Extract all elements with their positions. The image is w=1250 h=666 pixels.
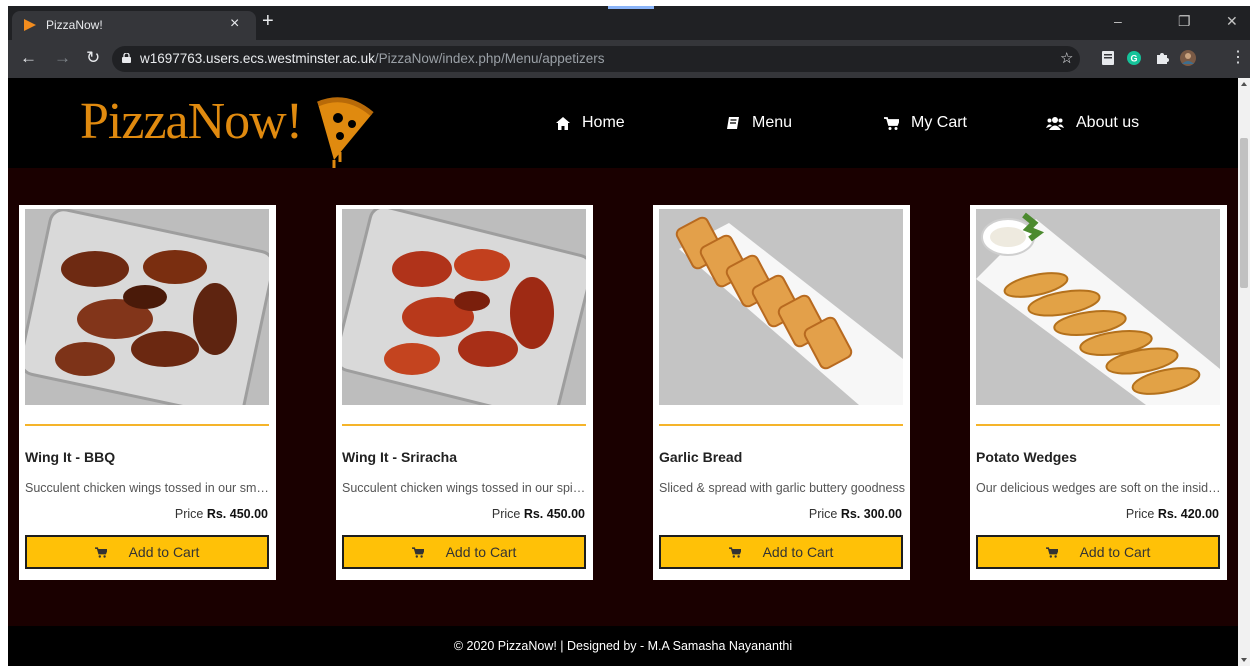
product-card: Garlic Bread Sliced & spread with garlic… xyxy=(653,205,910,580)
tab-bar: PizzaNow! × + – ❐ ✕ xyxy=(8,6,1250,40)
nav-menu[interactable]: Menu xyxy=(726,110,792,136)
restore-button[interactable]: ❐ xyxy=(1178,12,1191,30)
add-to-cart-button[interactable]: Add to Cart xyxy=(342,535,586,569)
nav-about-us-label: About us xyxy=(1076,114,1140,131)
scroll-up-icon[interactable] xyxy=(1241,82,1247,86)
nav-my-cart[interactable]: My Cart xyxy=(884,110,967,136)
card-divider xyxy=(25,424,269,426)
nav-home-label: Home xyxy=(582,114,625,131)
product-name: Potato Wedges xyxy=(976,449,1077,465)
reader-extension-icon[interactable] xyxy=(1100,50,1116,66)
product-price: Price Rs. 420.00 xyxy=(1125,507,1219,521)
logo-text: PizzaNow! xyxy=(80,93,303,150)
lock-icon xyxy=(122,53,131,63)
svg-text:G: G xyxy=(1130,54,1137,64)
product-grid: Wing It - BBQ Succulent chicken wings to… xyxy=(8,205,1238,585)
reload-icon[interactable]: ↻ xyxy=(86,48,100,68)
product-description: Succulent chicken wings tossed in our sp… xyxy=(342,481,588,495)
product-image[interactable] xyxy=(976,209,1220,405)
tab-strip-indicator xyxy=(608,6,654,9)
address-bar[interactable]: w1697763.users.ecs.westminster.ac.uk/Piz… xyxy=(112,46,1080,72)
home-icon xyxy=(556,116,570,130)
pizza-favicon-icon xyxy=(24,19,36,31)
product-card: Wing It - Sriracha Succulent chicken win… xyxy=(336,205,593,580)
site-header: PizzaNow! Home Menu My Cart About us xyxy=(8,78,1238,168)
add-to-cart-label: Add to Cart xyxy=(762,544,834,560)
product-image[interactable] xyxy=(342,209,586,405)
card-divider xyxy=(659,424,903,426)
product-image[interactable] xyxy=(25,209,269,405)
browser-window: PizzaNow! × + – ❐ ✕ ← → ↻ w1697763.users… xyxy=(8,6,1250,666)
arrow-right-icon[interactable]: → xyxy=(54,48,71,68)
page-scrollbar[interactable] xyxy=(1238,78,1250,666)
nav-menu-label: Menu xyxy=(752,114,793,131)
add-to-cart-button[interactable]: Add to Cart xyxy=(659,535,903,569)
menu-kebab-icon[interactable]: ⋮ xyxy=(1230,48,1246,68)
site-footer: © 2020 PizzaNow! | Designed by - M.A Sam… xyxy=(8,626,1238,666)
product-card: Potato Wedges Our delicious wedges are s… xyxy=(970,205,1227,580)
nav-home[interactable]: Home xyxy=(556,110,625,136)
puzzle-extension-icon[interactable] xyxy=(1154,50,1170,66)
product-name: Garlic Bread xyxy=(659,449,743,465)
product-description: Sliced & spread with garlic buttery good… xyxy=(659,481,905,495)
minimize-button[interactable]: – xyxy=(1114,12,1122,30)
nav-my-cart-label: My Cart xyxy=(911,114,967,131)
add-to-cart-button[interactable]: Add to Cart xyxy=(976,535,1220,569)
url-text: w1697763.users.ecs.westminster.ac.uk/Piz… xyxy=(140,51,605,66)
add-to-cart-label: Add to Cart xyxy=(128,544,200,560)
users-icon xyxy=(1046,117,1064,130)
cart-icon xyxy=(1045,546,1058,558)
add-to-cart-label: Add to Cart xyxy=(1079,544,1151,560)
new-tab-button[interactable]: + xyxy=(262,10,274,32)
scroll-down-icon[interactable] xyxy=(1241,658,1247,662)
card-divider xyxy=(342,424,586,426)
product-description: Succulent chicken wings tossed in our sm… xyxy=(25,481,271,495)
product-price: Price Rs. 450.00 xyxy=(491,507,585,521)
browser-toolbar: ← → ↻ w1697763.users.ecs.westminster.ac.… xyxy=(8,40,1250,78)
grammarly-extension-icon[interactable]: G xyxy=(1126,50,1142,66)
arrow-left-icon[interactable]: ← xyxy=(20,48,37,68)
nav-about-us[interactable]: About us xyxy=(1046,110,1139,136)
cart-icon xyxy=(411,546,424,558)
product-name: Wing It - Sriracha xyxy=(342,449,458,465)
scroll-thumb[interactable] xyxy=(1240,138,1248,288)
browser-tab[interactable]: PizzaNow! × xyxy=(12,11,256,40)
tab-title: PizzaNow! xyxy=(46,18,103,32)
card-divider xyxy=(976,424,1220,426)
tab-close-icon[interactable]: × xyxy=(230,15,239,33)
book-icon xyxy=(727,117,739,129)
footer-copyright: © 2020 PizzaNow! | Designed by - M.A Sam… xyxy=(453,639,793,653)
product-description: Our delicious wedges are soft on the ins… xyxy=(976,481,1222,495)
cart-icon xyxy=(728,546,741,558)
product-price: Price Rs. 450.00 xyxy=(174,507,268,521)
add-to-cart-label: Add to Cart xyxy=(445,544,517,560)
product-name: Wing It - BBQ xyxy=(25,449,116,465)
cart-icon xyxy=(94,546,107,558)
add-to-cart-button[interactable]: Add to Cart xyxy=(25,535,269,569)
product-card: Wing It - BBQ Succulent chicken wings to… xyxy=(19,205,276,580)
close-window-button[interactable]: ✕ xyxy=(1226,12,1238,30)
product-price: Price Rs. 300.00 xyxy=(808,507,902,521)
cart-icon xyxy=(884,116,899,130)
bookmark-star-icon[interactable]: ☆ xyxy=(1060,49,1073,69)
profile-avatar-icon[interactable] xyxy=(1180,50,1196,66)
product-image[interactable] xyxy=(659,209,903,405)
pizza-slice-icon xyxy=(317,97,374,168)
page-viewport: PizzaNow! Home Menu My Cart About us Win… xyxy=(8,78,1238,666)
